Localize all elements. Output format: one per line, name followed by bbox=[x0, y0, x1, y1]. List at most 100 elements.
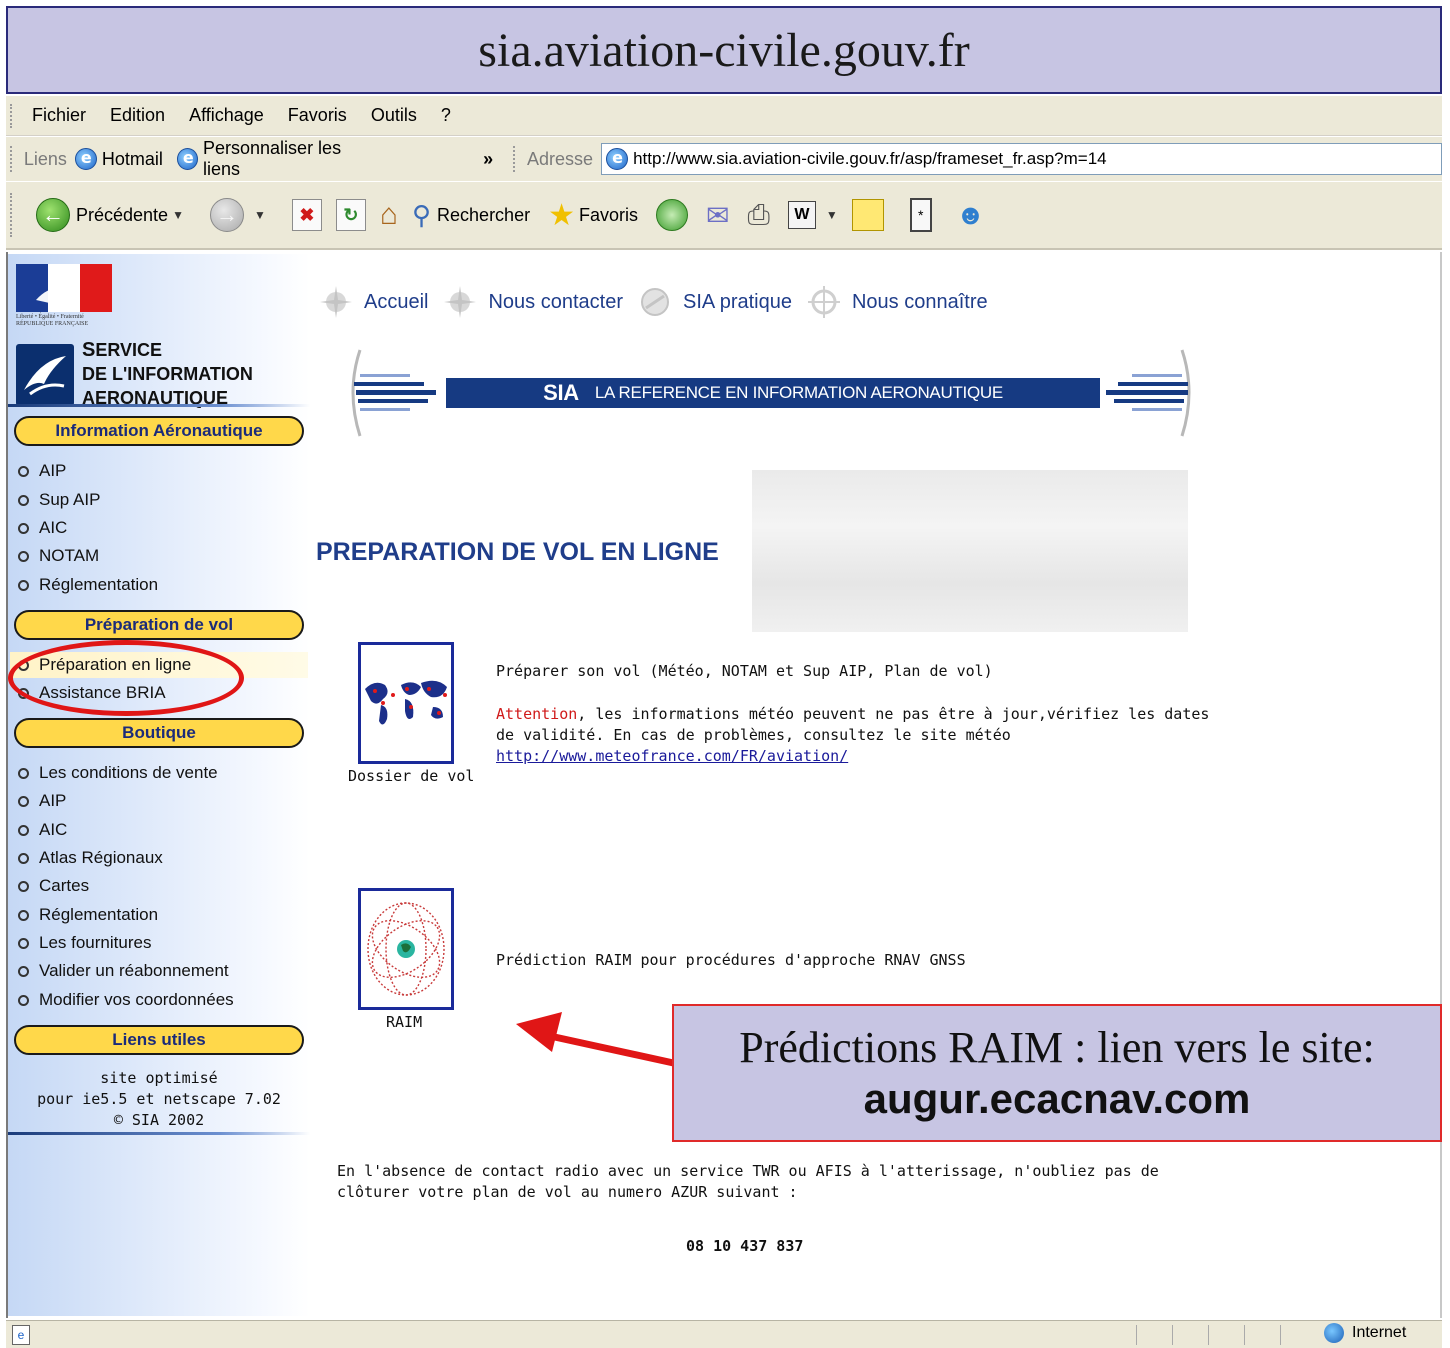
sia-tagline: LA REFERENCE EN INFORMATION AERONAUTIQUE bbox=[594, 383, 1003, 402]
edit-word-icon[interactable]: W bbox=[787, 201, 816, 229]
links-label: Liens bbox=[23, 148, 67, 169]
home-icon[interactable]: ⌂ bbox=[380, 198, 398, 232]
sidebar-item-valider-reabonnement[interactable]: Valider un réabonnement bbox=[18, 958, 229, 984]
grey-placeholder-block bbox=[752, 470, 1188, 632]
bullet-icon bbox=[18, 494, 29, 506]
address-value: http://www.sia.aviation-civile.gouv.fr/a… bbox=[633, 149, 1107, 168]
sidebar-item-boutique-aic[interactable]: AIC bbox=[18, 817, 67, 843]
sidebar-item-label: AIC bbox=[39, 518, 68, 537]
page-status-icon: e bbox=[12, 1324, 30, 1345]
sidebar-item-label: NOTAM bbox=[39, 546, 100, 565]
address-label: Adresse bbox=[527, 148, 594, 169]
section-information-aeronautique[interactable]: Information Aéronautique bbox=[14, 416, 304, 446]
back-arrow-icon: ← bbox=[36, 198, 70, 232]
sidebar-item-atlas-regionaux[interactable]: Atlas Régionaux bbox=[18, 845, 163, 871]
security-zone-label: Internet bbox=[1352, 1324, 1407, 1341]
highlight-annotation-oval bbox=[8, 640, 244, 716]
sidebar-item-aic[interactable]: AIC bbox=[18, 515, 67, 541]
link-hotmail-label: Hotmail bbox=[101, 148, 163, 169]
nav-nous-connaitre[interactable]: Nous connaître bbox=[807, 286, 988, 318]
sidebar-item-boutique-aip[interactable]: AIP bbox=[18, 788, 66, 814]
section-title: Liens utiles bbox=[112, 1030, 206, 1049]
meteofrance-link[interactable]: http://www.meteofrance.com/FR/aviation/ bbox=[496, 747, 848, 765]
stop-icon[interactable]: ✖ bbox=[291, 199, 322, 231]
sidebar-item-modifier-coordonnees[interactable]: Modifier vos coordonnées bbox=[18, 987, 234, 1013]
bullet-icon bbox=[18, 579, 29, 591]
footer-line: site optimisé bbox=[100, 1069, 218, 1087]
title-banner: sia.aviation-civile.gouv.fr bbox=[6, 6, 1442, 94]
callout-line-1: Prédictions RAIM : lien vers le site: bbox=[739, 1023, 1375, 1072]
toolbar-grip[interactable] bbox=[513, 146, 519, 172]
nav-accueil[interactable]: Accueil bbox=[320, 286, 428, 318]
sidebar-item-label: AIP bbox=[39, 791, 67, 810]
sidebar-item-aip[interactable]: AIP bbox=[18, 458, 66, 484]
note-icon[interactable] bbox=[851, 199, 884, 231]
warning-label: Attention bbox=[496, 705, 578, 723]
security-zone[interactable]: Internet bbox=[1324, 1323, 1406, 1343]
raim-caption[interactable]: RAIM bbox=[386, 1013, 422, 1031]
warning-text-2: de validité. En cas de problèmes, consul… bbox=[496, 726, 1011, 744]
bullet-icon bbox=[18, 852, 29, 864]
meteo-warning: Attention, les informations météo peuven… bbox=[496, 704, 1209, 767]
sidebar-item-cartes[interactable]: Cartes bbox=[18, 873, 89, 899]
raim-image[interactable] bbox=[358, 888, 454, 1010]
sidebar-item-boutique-reglementation[interactable]: Réglementation bbox=[18, 902, 158, 928]
toolbar-grip[interactable] bbox=[10, 103, 16, 128]
sidebar-item-conditions-de-vente[interactable]: Les conditions de vente bbox=[18, 760, 218, 786]
print-icon[interactable]: ⎙ bbox=[747, 199, 769, 232]
rf-caption: Liberté • Égalité • Fraternité RÉPUBLIQU… bbox=[16, 314, 88, 328]
menu-favoris[interactable]: Favoris bbox=[288, 105, 347, 126]
mail-icon[interactable]: ✉ bbox=[706, 199, 729, 232]
sidebar-item-fournitures[interactable]: Les fournitures bbox=[18, 930, 151, 956]
sidebar-item-notam[interactable]: NOTAM bbox=[18, 543, 99, 569]
search-icon: ⚲ bbox=[411, 199, 432, 230]
nav-sia-pratique[interactable]: SIA pratique bbox=[639, 286, 792, 318]
sia-logo[interactable]: Liberté • Égalité • Fraternité RÉPUBLIQU… bbox=[16, 264, 306, 408]
menu-help[interactable]: ? bbox=[441, 105, 451, 126]
bullet-icon bbox=[18, 550, 29, 562]
dossier-de-vol-caption[interactable]: Dossier de vol bbox=[348, 767, 474, 785]
history-icon[interactable] bbox=[656, 199, 688, 231]
section-boutique[interactable]: Boutique bbox=[14, 718, 304, 748]
status-bar: e Internet bbox=[6, 1320, 1442, 1348]
sidebar-item-reglementation[interactable]: Réglementation bbox=[18, 572, 158, 598]
ie-page-icon bbox=[176, 148, 198, 170]
section-liens-utiles[interactable]: Liens utiles bbox=[14, 1025, 304, 1055]
link-personnaliser[interactable]: Personnaliser les liens bbox=[176, 138, 375, 180]
messenger-icon[interactable]: ☻ bbox=[956, 199, 985, 231]
sidebar-item-sup-aip[interactable]: Sup AIP bbox=[18, 487, 100, 513]
raim-callout-box: Prédictions RAIM : lien vers le site: au… bbox=[672, 1004, 1442, 1142]
nav-nous-contacter[interactable]: Nous contacter bbox=[444, 286, 623, 318]
chevron-down-icon[interactable]: ▼ bbox=[254, 208, 266, 222]
closing-line-1: En l'absence de contact radio avec un se… bbox=[337, 1162, 1159, 1180]
menu-edition[interactable]: Edition bbox=[110, 105, 165, 126]
toolbar-grip[interactable] bbox=[10, 193, 16, 237]
nav-sia-pratique-label: SIA pratique bbox=[683, 290, 792, 313]
dossier-de-vol-image[interactable] bbox=[358, 642, 454, 764]
sidebar-item-label: AIP bbox=[39, 461, 67, 480]
mobile-phone-icon[interactable]: * bbox=[909, 198, 932, 232]
ie-page-icon bbox=[606, 148, 629, 170]
menu-outils[interactable]: Outils bbox=[371, 105, 417, 126]
divider bbox=[8, 1132, 310, 1135]
page-title: PREPARATION DE VOL EN LIGNE bbox=[316, 538, 719, 566]
links-overflow-chevron[interactable]: » bbox=[483, 149, 493, 170]
bullet-icon bbox=[18, 937, 29, 949]
favorites-button[interactable]: ★ Favoris bbox=[548, 198, 638, 233]
nav-nous-contacter-label: Nous contacter bbox=[488, 290, 623, 313]
menu-affichage[interactable]: Affichage bbox=[189, 105, 264, 126]
back-button[interactable]: ← Précédente ▼ bbox=[36, 198, 184, 232]
section-preparation-de-vol[interactable]: Préparation de vol bbox=[14, 610, 304, 640]
refresh-icon[interactable]: ↻ bbox=[335, 199, 366, 231]
link-hotmail[interactable]: Hotmail bbox=[74, 148, 163, 170]
chevron-down-icon[interactable]: ▼ bbox=[172, 208, 184, 222]
search-button[interactable]: ⚲ Rechercher bbox=[412, 200, 530, 231]
toolbar-grip[interactable] bbox=[10, 146, 16, 172]
chevron-down-icon[interactable]: ▼ bbox=[826, 208, 838, 222]
address-field[interactable]: http://www.sia.aviation-civile.gouv.fr/a… bbox=[601, 143, 1442, 175]
warning-text-1: , les informations météo peuvent ne pas … bbox=[577, 705, 1210, 723]
footer-line: © SIA 2002 bbox=[113, 1111, 205, 1129]
bullet-icon bbox=[18, 767, 29, 779]
forward-button[interactable]: → ▼ bbox=[209, 198, 266, 232]
menu-fichier[interactable]: Fichier bbox=[32, 105, 86, 126]
